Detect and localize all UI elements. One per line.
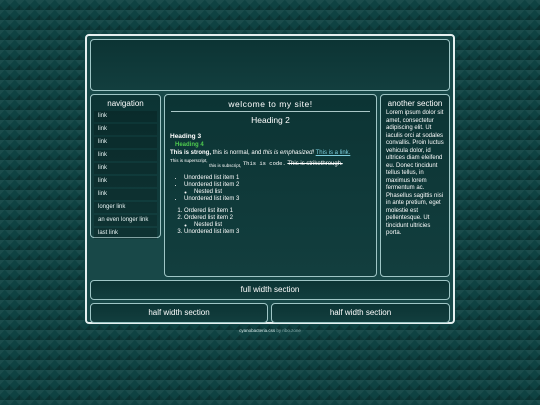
- footer-name: cyanobacteria.css: [239, 328, 276, 333]
- nested-list: Nested list: [194, 222, 371, 229]
- footer: cyanobacteria.css by ribo.zone: [0, 328, 540, 333]
- page-frame: navigation link link link link link link…: [85, 34, 455, 324]
- nav-link-2[interactable]: link: [94, 124, 157, 135]
- nav-link-4[interactable]: link: [94, 150, 157, 161]
- ordered-list: Ordered list item 1 Ordered list item 2 …: [184, 208, 371, 236]
- nav-last-link[interactable]: last link: [94, 228, 157, 239]
- aside-text: Lorem ipsum dolor sit amet, consectetur …: [386, 110, 444, 236]
- heading-3: Heading 3: [170, 133, 202, 140]
- nav-link-6[interactable]: link: [94, 176, 157, 187]
- header-section: [90, 39, 450, 91]
- sample-link[interactable]: This is a link.: [316, 150, 351, 156]
- nav-title: navigation: [107, 99, 144, 108]
- formatting-paragraph: This is strong, this is normal, and this…: [170, 149, 371, 157]
- nav-longer-link[interactable]: longer link: [94, 202, 157, 213]
- navigation-section: navigation link link link link link link…: [90, 94, 161, 239]
- nested-list: Nested list: [194, 189, 371, 196]
- code-text: This is code.: [242, 160, 286, 167]
- list-item: Unordered list item 2 Nested list: [184, 182, 371, 196]
- heading-4: Heading 4: [175, 142, 204, 148]
- subscript-text: this is subscript,: [209, 163, 242, 169]
- half-width-section-left: half width section: [90, 303, 268, 323]
- superscript-text: This is superscript,: [170, 158, 208, 163]
- half-width-section-right: half width section: [271, 303, 450, 323]
- list-item: Nested list: [194, 222, 371, 229]
- footer-link[interactable]: by ribo.zone: [275, 328, 301, 333]
- full-width-section: full width section: [90, 280, 450, 300]
- nav-link-3[interactable]: link: [94, 137, 157, 148]
- normal-text: this is normal, and: [211, 150, 264, 156]
- formatting-paragraph-2: This is superscript, this is subscript, …: [170, 157, 371, 170]
- list-item: Unordered list item 3: [184, 229, 371, 236]
- strikethrough-text: This is strikethrough.: [287, 161, 343, 167]
- nav-list: link link link link link link link longe…: [91, 108, 160, 239]
- strong-text: This is strong,: [170, 150, 212, 156]
- list-item: Nested list: [194, 189, 371, 196]
- aside-title: another section: [387, 99, 443, 108]
- nav-link-5[interactable]: link: [94, 163, 157, 174]
- heading-2: Heading 2: [251, 115, 290, 125]
- list-item: Unordered list item 1: [184, 175, 371, 182]
- emphasized-text: this is emphasized!: [263, 150, 315, 156]
- nav-link-1[interactable]: link: [94, 111, 157, 122]
- aside-section: another section Lorem ipsum dolor sit am…: [380, 94, 450, 277]
- nav-even-longer-link[interactable]: an even longer link: [94, 215, 157, 226]
- unordered-list: Unordered list item 1 Unordered list ite…: [184, 175, 371, 203]
- list-item: Unordered list item 3: [184, 196, 371, 203]
- main-section: welcome to my site! Heading 2 Heading 3 …: [164, 94, 377, 277]
- page-title: welcome to my site!: [171, 95, 370, 112]
- list-item: Ordered list item 2 Nested list: [184, 215, 371, 229]
- list-item: Ordered list item 1: [184, 208, 371, 215]
- nav-link-7[interactable]: link: [94, 189, 157, 200]
